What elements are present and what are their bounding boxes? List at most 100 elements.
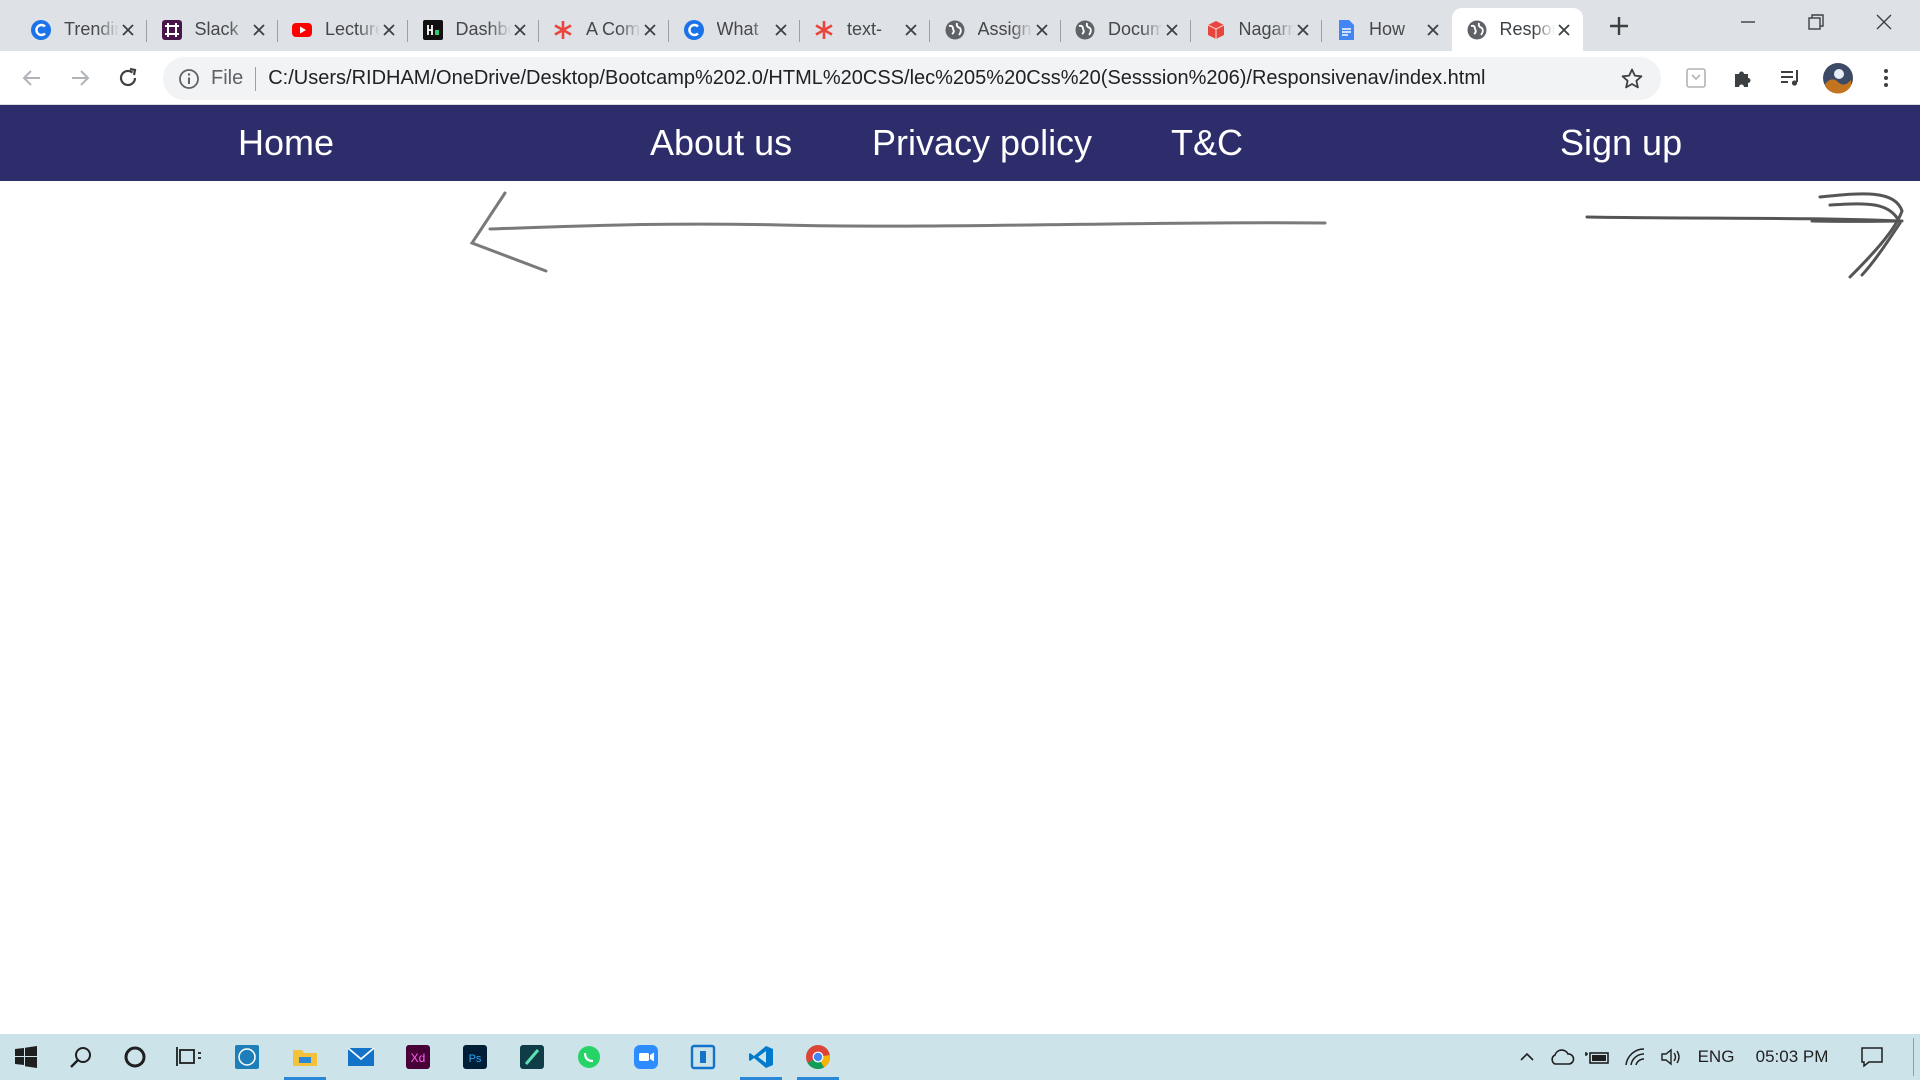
search-button[interactable] xyxy=(58,1034,104,1080)
input-language-indicator[interactable]: ENG xyxy=(1694,1034,1738,1080)
media-control-button[interactable] xyxy=(1774,62,1806,94)
tab-close-icon[interactable] xyxy=(1555,21,1573,39)
folder-icon xyxy=(293,1050,317,1066)
svg-text:Xd: Xd xyxy=(411,1051,426,1065)
volume-tray-button[interactable] xyxy=(1656,1034,1688,1080)
tab-title: Trending xyxy=(64,19,119,39)
new-tab-button[interactable] xyxy=(1604,11,1634,41)
photoshop-button[interactable]: Ps xyxy=(452,1034,498,1080)
whatsapp-button[interactable] xyxy=(566,1034,612,1080)
plus-icon xyxy=(1610,17,1628,35)
nav-link-home[interactable]: Home xyxy=(238,105,334,181)
tab-close-icon[interactable] xyxy=(902,21,920,39)
chrome-button[interactable] xyxy=(795,1034,841,1080)
cortana-button[interactable] xyxy=(112,1034,158,1080)
windows-logo-icon xyxy=(15,1046,37,1068)
c-logo-icon xyxy=(683,19,705,41)
browser-tab[interactable]: What xyxy=(669,8,800,51)
pocket-icon xyxy=(1686,68,1706,88)
address-bar[interactable]: File C:/Users/RIDHAM/OneDrive/Desktop/Bo… xyxy=(163,57,1661,100)
tab-close-icon[interactable] xyxy=(511,21,529,39)
vscode-icon xyxy=(749,1046,773,1068)
mail-icon xyxy=(347,1047,375,1066)
adobe-xd-button[interactable]: Xd xyxy=(395,1034,441,1080)
browser-tab[interactable]: text- xyxy=(799,8,930,51)
tab-close-icon[interactable] xyxy=(1294,21,1312,39)
minimize-button[interactable] xyxy=(1714,0,1782,44)
music-queue-icon xyxy=(1781,70,1798,86)
tab-close-icon[interactable] xyxy=(641,21,659,39)
speaker-icon xyxy=(1661,1048,1680,1066)
tab-close-icon[interactable] xyxy=(380,21,398,39)
tab-close-icon[interactable] xyxy=(250,21,268,39)
tab-close-icon[interactable] xyxy=(119,21,137,39)
cloud-icon xyxy=(1551,1049,1575,1065)
browser-tab[interactable]: Dashboard xyxy=(408,8,539,51)
restore-icon xyxy=(1808,14,1824,30)
nav-link-privacy-policy[interactable]: Privacy policy xyxy=(872,105,1092,181)
forward-button[interactable] xyxy=(64,62,96,94)
tab-close-icon[interactable] xyxy=(1424,21,1442,39)
url-text[interactable]: C:/Users/RIDHAM/OneDrive/Desktop/Bootcam… xyxy=(268,67,1617,90)
back-button[interactable] xyxy=(16,62,48,94)
profile-avatar-button[interactable] xyxy=(1822,62,1854,94)
start-button[interactable] xyxy=(3,1034,49,1080)
tab-close-icon[interactable] xyxy=(1033,21,1051,39)
nav-link-about-us[interactable]: About us xyxy=(650,105,792,181)
whatsapp-icon xyxy=(578,1046,600,1068)
onedrive-tray-button[interactable] xyxy=(1546,1034,1578,1080)
left-arrow-sketch xyxy=(469,191,1327,273)
puzzle-icon xyxy=(1735,71,1751,87)
tab-title: Assignment xyxy=(977,19,1033,39)
close-window-button[interactable] xyxy=(1850,0,1918,44)
browser-tab[interactable]: Slack xyxy=(147,8,278,51)
task-view-icon xyxy=(176,1047,201,1066)
photoshop-icon: Ps xyxy=(463,1045,487,1069)
c-logo-icon xyxy=(30,19,52,41)
zoom-button[interactable] xyxy=(623,1034,669,1080)
tab-close-icon[interactable] xyxy=(772,21,790,39)
action-center-button[interactable] xyxy=(1854,1034,1890,1080)
battery-tray-button[interactable] xyxy=(1582,1034,1614,1080)
screen-recorder-button[interactable] xyxy=(509,1034,555,1080)
browser-tab[interactable]: Trending xyxy=(16,8,147,51)
show-desktop-divider[interactable] xyxy=(1913,1038,1914,1076)
bookmark-star-icon[interactable] xyxy=(1617,64,1647,94)
nav-link-sign-up[interactable]: Sign up xyxy=(1560,105,1682,181)
show-hidden-icons-button[interactable] xyxy=(1512,1034,1542,1080)
browser-tab[interactable]: Responsive xyxy=(1451,8,1583,51)
store-app-button[interactable] xyxy=(680,1034,726,1080)
extension-pocket-button[interactable] xyxy=(1680,62,1712,94)
task-view-button[interactable] xyxy=(166,1034,212,1080)
battery-icon xyxy=(1585,1052,1609,1064)
browser-tab[interactable]: Assignment xyxy=(930,8,1061,51)
reload-button[interactable] xyxy=(112,62,144,94)
browser-tab[interactable]: Document xyxy=(1060,8,1191,51)
close-icon xyxy=(1876,14,1892,30)
vscode-button[interactable] xyxy=(738,1034,784,1080)
cortana-circle-icon xyxy=(124,1046,146,1068)
reload-icon xyxy=(119,67,137,87)
nav-link-terms[interactable]: T&C xyxy=(1171,105,1243,181)
browser-tab[interactable]: A Complete xyxy=(538,8,669,51)
site-info-icon[interactable] xyxy=(177,67,201,91)
windows-taskbar: Xd Ps ENG 05:03 PM xyxy=(0,1034,1920,1080)
wifi-icon xyxy=(1625,1048,1645,1066)
browser-menu-button[interactable] xyxy=(1870,62,1902,94)
asterisk-icon xyxy=(813,19,835,41)
zoom-video-icon xyxy=(634,1045,658,1069)
browser-tab[interactable]: How xyxy=(1321,8,1452,51)
tab-title: Slack xyxy=(194,19,239,39)
extensions-button[interactable] xyxy=(1727,62,1759,94)
tab-title: text- xyxy=(847,19,883,39)
tab-close-icon[interactable] xyxy=(1163,21,1181,39)
mail-app-button[interactable] xyxy=(338,1034,384,1080)
file-explorer-button[interactable] xyxy=(282,1034,328,1080)
browser-tab[interactable]: Nagarro xyxy=(1191,8,1322,51)
taskbar-clock[interactable]: 05:03 PM xyxy=(1748,1034,1836,1080)
tab-title: A Complete xyxy=(586,19,641,39)
wifi-tray-button[interactable] xyxy=(1620,1034,1652,1080)
browser-tab[interactable]: Lecture xyxy=(277,8,408,51)
dell-app-button[interactable] xyxy=(224,1034,270,1080)
restore-button[interactable] xyxy=(1782,0,1850,44)
